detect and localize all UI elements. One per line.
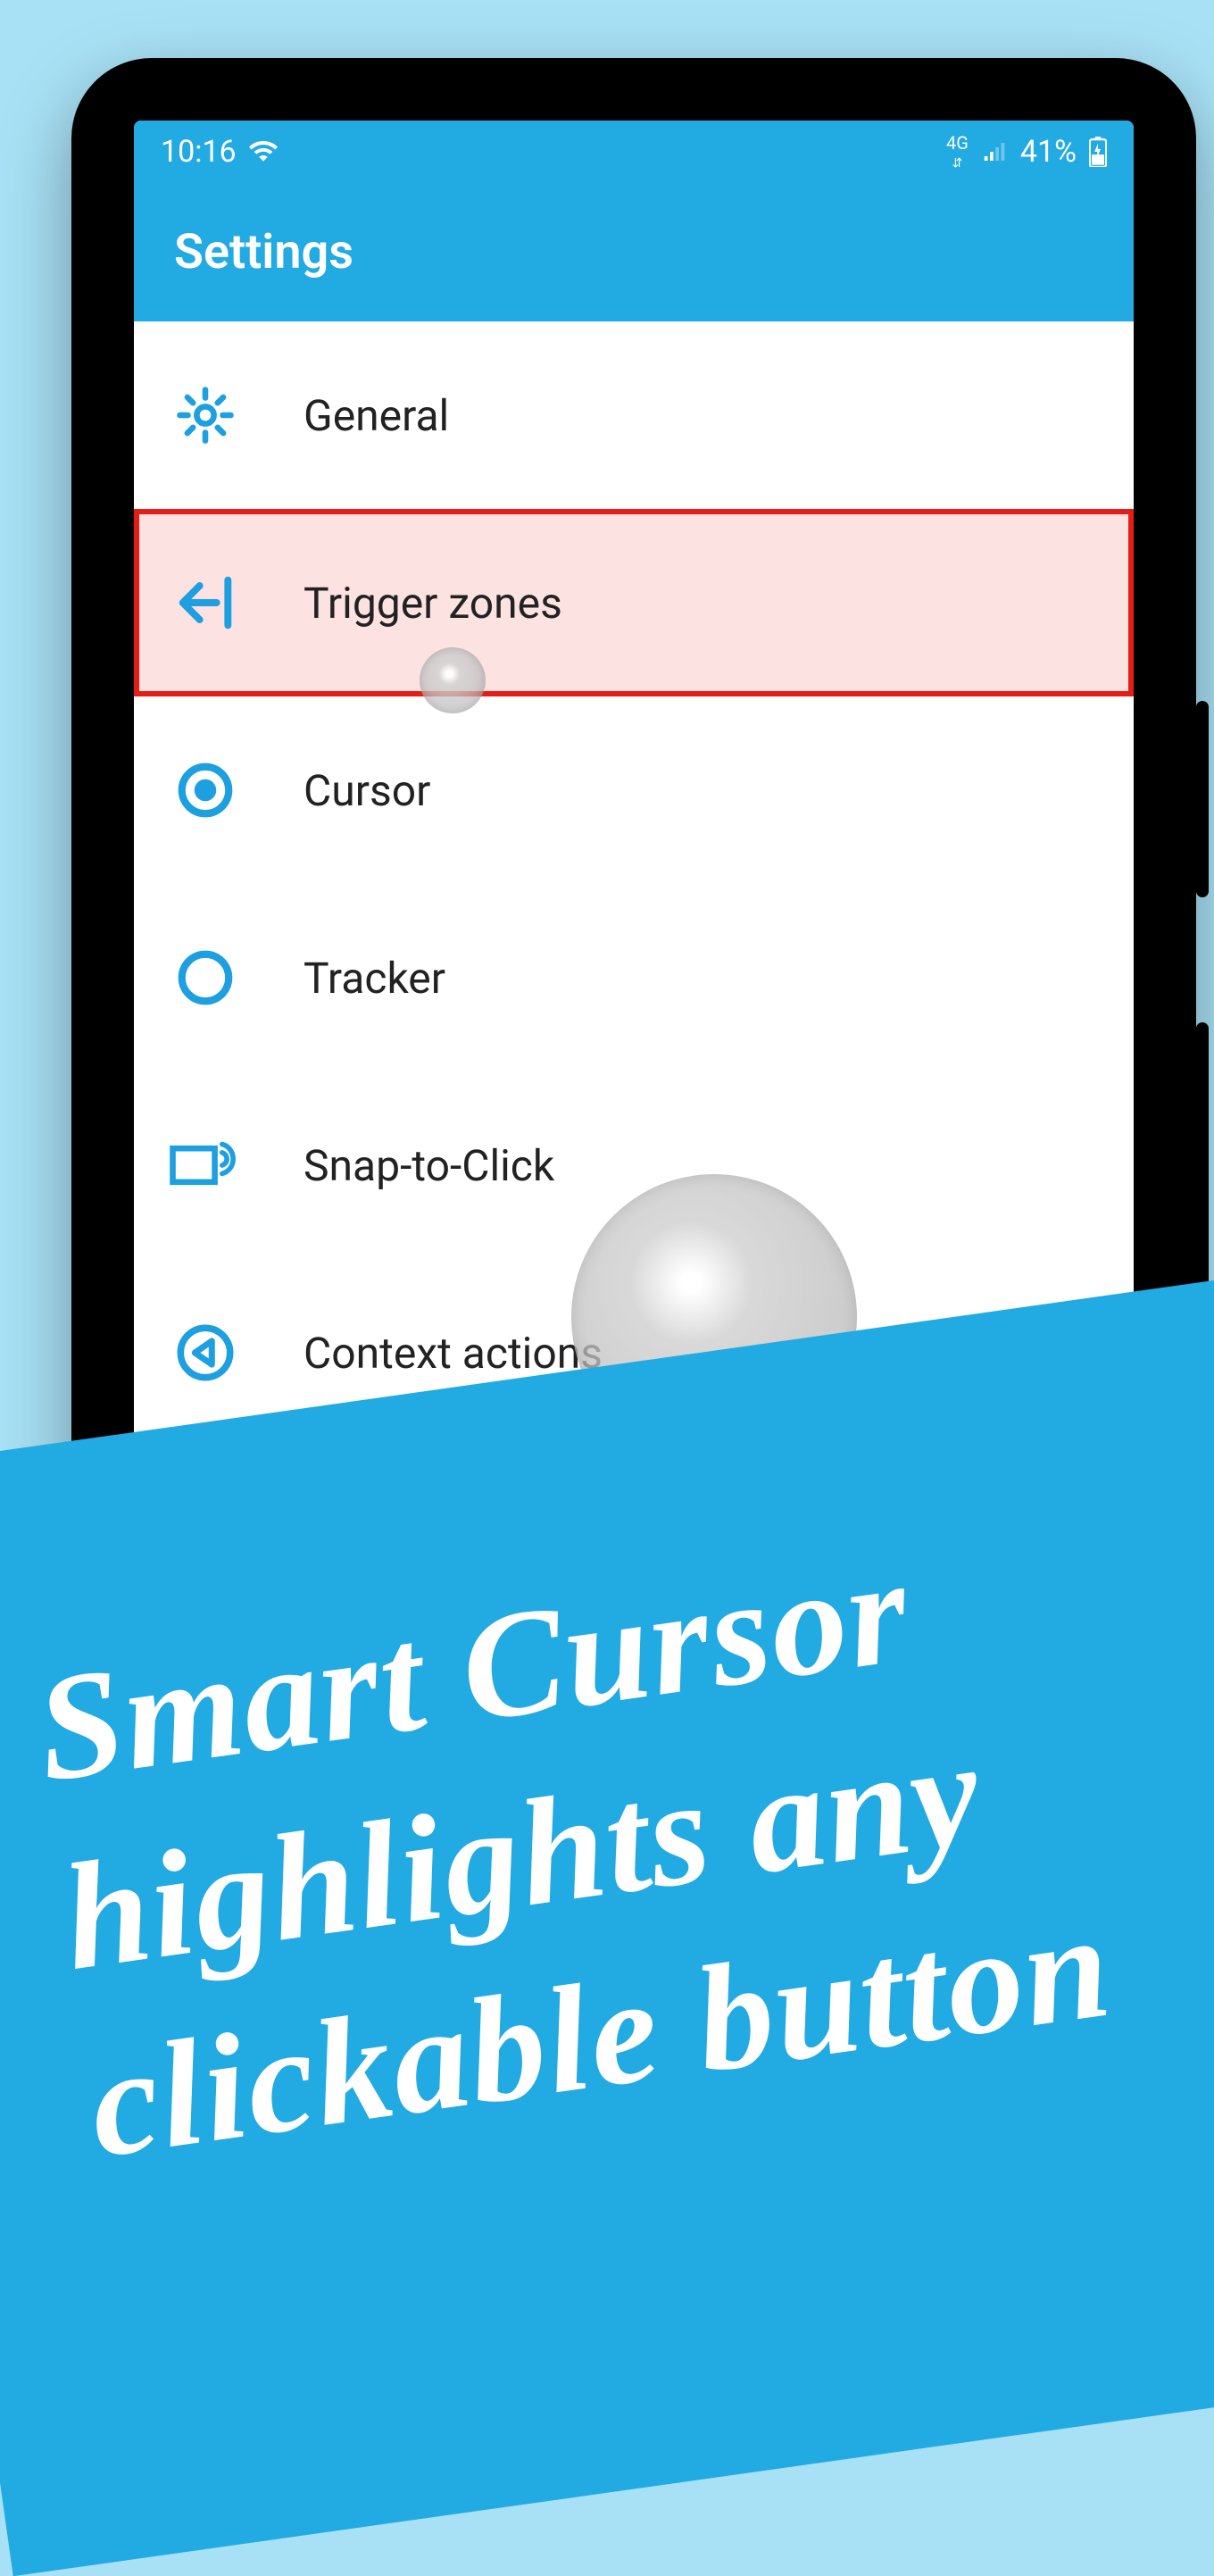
settings-item-label: Snap-to-Click [304, 1140, 554, 1191]
settings-item-cursor[interactable]: Cursor [134, 696, 1134, 884]
promo-banner: Smart Cursor highlights any clickable bu… [0, 1272, 1214, 2576]
status-network: 4G⇵ [946, 134, 969, 170]
settings-item-label: Trigger zones [304, 578, 562, 629]
promo-text: Smart Cursor highlights any clickable bu… [25, 1471, 1214, 2201]
settings-item-label: Tracker [304, 953, 445, 1004]
tracker-icon [170, 942, 241, 1013]
signal-icon [981, 138, 1008, 165]
battery-charging-icon [1089, 137, 1107, 167]
status-bar: 10:16 4G⇵ 41% [134, 121, 1134, 183]
page-title: Settings [174, 224, 353, 280]
snap-to-click-icon [170, 1130, 241, 1201]
status-time: 10:16 [161, 134, 237, 170]
context-actions-icon [170, 1317, 241, 1388]
trigger-zone-icon [170, 567, 241, 638]
settings-item-general[interactable]: General [134, 321, 1134, 509]
settings-item-trigger-zones[interactable]: Trigger zones [134, 509, 1134, 696]
gear-icon [170, 379, 241, 451]
settings-item-label: Cursor [304, 765, 430, 816]
settings-item-label: Context actions [304, 1328, 603, 1379]
settings-item-tracker[interactable]: Tracker [134, 884, 1134, 1071]
phone-side-button [1196, 701, 1209, 897]
cursor-icon [170, 754, 241, 826]
wifi-icon [249, 138, 278, 166]
settings-item-snap-to-click[interactable]: Snap-to-Click [134, 1071, 1134, 1259]
settings-item-label: General [304, 390, 449, 441]
status-battery-text: 41% [1020, 134, 1077, 170]
app-bar: Settings [134, 183, 1134, 321]
